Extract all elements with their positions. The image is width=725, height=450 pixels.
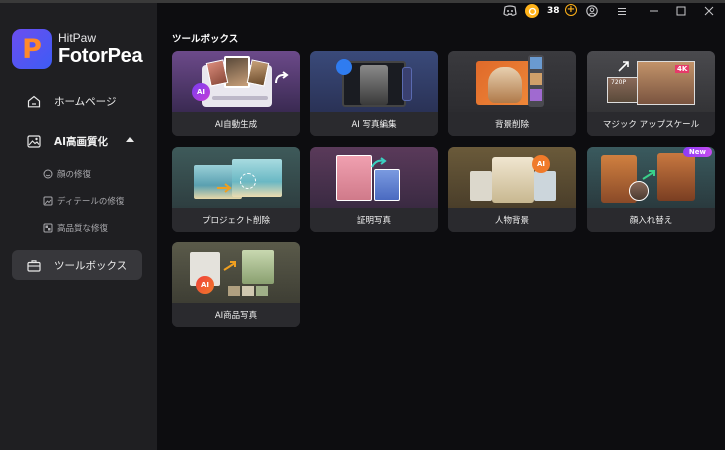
product-thumb: [242, 286, 254, 296]
tool-card-object-remove[interactable]: プロジェクト削除: [172, 147, 300, 232]
ai-badge-icon: AI: [196, 276, 214, 294]
background-option: [470, 171, 492, 201]
face-thumb: [629, 181, 649, 201]
logo-p-icon: P: [22, 33, 42, 65]
add-credits-button[interactable]: +: [565, 4, 577, 16]
face-icon: [42, 169, 53, 180]
tool-card-id-photo[interactable]: 証明写真: [310, 147, 438, 232]
portrait-image: [360, 65, 388, 105]
credits-count: 38: [547, 6, 560, 16]
upscale-arrow-icon: [618, 61, 629, 72]
chevron-up-icon[interactable]: [126, 137, 134, 142]
portrait-image: [224, 56, 250, 88]
credits-display[interactable]: 38: [525, 3, 560, 19]
card-thumbnail: [310, 51, 438, 112]
image-enhance-icon: [26, 133, 42, 149]
arrow-up-right-icon: [642, 170, 655, 180]
prompt-line: [212, 96, 268, 100]
brand-name: FotorPea: [58, 45, 143, 67]
minimize-icon[interactable]: [649, 4, 659, 18]
arrow-right-icon: [217, 183, 232, 193]
product-thumb: [256, 286, 268, 296]
id-photo-image: [374, 169, 400, 201]
card-label: マジック アップスケール: [587, 112, 715, 136]
sidebar-item-label: ホームページ: [54, 95, 117, 108]
sidebar-item-ai-enhance[interactable]: AI高画質化: [12, 126, 142, 156]
sidebar-item-label: AI高画質化: [54, 135, 109, 148]
thumb-3: [530, 89, 542, 101]
resolution-4k-badge: 4K: [675, 65, 690, 73]
sidebar-subitem-detail-repair[interactable]: ディテールの修復: [42, 193, 124, 209]
subitem-label: 高品質な修復: [57, 224, 109, 234]
portrait-image: [492, 157, 534, 203]
product-thumb: [228, 286, 240, 296]
tool-card-ai-photo-edit[interactable]: AI 写真編集: [310, 51, 438, 136]
card-thumbnail: AI: [172, 242, 300, 303]
quality-icon: [42, 223, 53, 234]
card-thumbnail: [172, 147, 300, 208]
menu-icon[interactable]: [617, 4, 627, 18]
card-label: プロジェクト削除: [172, 208, 300, 232]
dog-image: [488, 67, 522, 103]
tool-card-face-swap[interactable]: New 顔入れ替え: [587, 147, 715, 232]
app-window: 38 + P HitPaw FotorPea ホームページ AI高画質化 顔の修…: [0, 0, 725, 450]
tool-card-magic-upscale[interactable]: 720P 4K マジック アップスケール: [587, 51, 715, 136]
card-thumbnail: AI: [172, 51, 300, 112]
card-thumbnail: [448, 51, 576, 112]
tool-card-portrait-background[interactable]: AI 人物背景: [448, 147, 576, 232]
arrow-right-icon: [223, 261, 236, 271]
discord-icon[interactable]: [503, 4, 517, 18]
card-label: 人物背景: [448, 208, 576, 232]
thumb-1: [530, 57, 542, 69]
sidebar-subitem-face-repair[interactable]: 顔の修復: [42, 166, 91, 182]
card-thumbnail: [310, 147, 438, 208]
card-label: 背景削除: [448, 112, 576, 136]
subitem-label: ディテールの修復: [57, 197, 125, 207]
detail-image-icon: [42, 196, 53, 207]
product-scene-image: [242, 250, 274, 284]
coin-icon: [525, 4, 539, 18]
portrait-image: [336, 155, 372, 201]
edit-toolbar: [402, 67, 412, 101]
sidebar-item-toolbox[interactable]: ツールボックス: [12, 250, 142, 280]
resolution-720-label: 720P: [611, 79, 627, 86]
tool-card-remove-background[interactable]: 背景削除: [448, 51, 576, 136]
card-thumbnail: AI: [448, 147, 576, 208]
toolbox-icon: [26, 257, 42, 273]
sidebar-item-home[interactable]: ホームページ: [12, 86, 142, 116]
close-icon[interactable]: [704, 4, 714, 18]
home-icon: [26, 93, 42, 109]
card-label: 証明写真: [310, 208, 438, 232]
card-thumbnail: 720P 4K: [587, 51, 715, 112]
removal-marker-icon: [240, 173, 256, 189]
new-badge: New: [682, 147, 712, 157]
portrait-image: [657, 153, 695, 201]
app-logo: P: [12, 29, 52, 69]
account-icon[interactable]: [586, 4, 598, 18]
tool-card-ai-product-photo[interactable]: AI AI商品写真: [172, 242, 300, 327]
sidebar: P HitPaw FotorPea ホームページ AI高画質化 顔の修復 ディテ…: [0, 3, 157, 450]
maximize-icon[interactable]: [676, 4, 686, 18]
card-label: 顔入れ替え: [587, 208, 715, 232]
redo-arrow-icon: [275, 71, 289, 84]
ai-badge-icon: AI: [192, 83, 210, 101]
sidebar-item-label: ツールボックス: [54, 259, 128, 272]
background-option: [534, 171, 556, 201]
arrow-curve-icon: [371, 157, 387, 168]
edit-badge-icon: [336, 59, 352, 75]
card-label: AI自動生成: [172, 112, 300, 136]
section-title: ツールボックス: [172, 34, 239, 45]
ai-badge-icon: AI: [532, 155, 550, 173]
card-label: AI商品写真: [172, 303, 300, 327]
tool-card-ai-generate[interactable]: AI AI自動生成: [172, 51, 300, 136]
brand-small: HitPaw: [58, 31, 97, 45]
subitem-label: 顔の修復: [57, 170, 92, 180]
card-label: AI 写真編集: [310, 112, 438, 136]
sidebar-subitem-quality-repair[interactable]: 高品質な修復: [42, 220, 108, 236]
thumb-2: [530, 73, 542, 85]
